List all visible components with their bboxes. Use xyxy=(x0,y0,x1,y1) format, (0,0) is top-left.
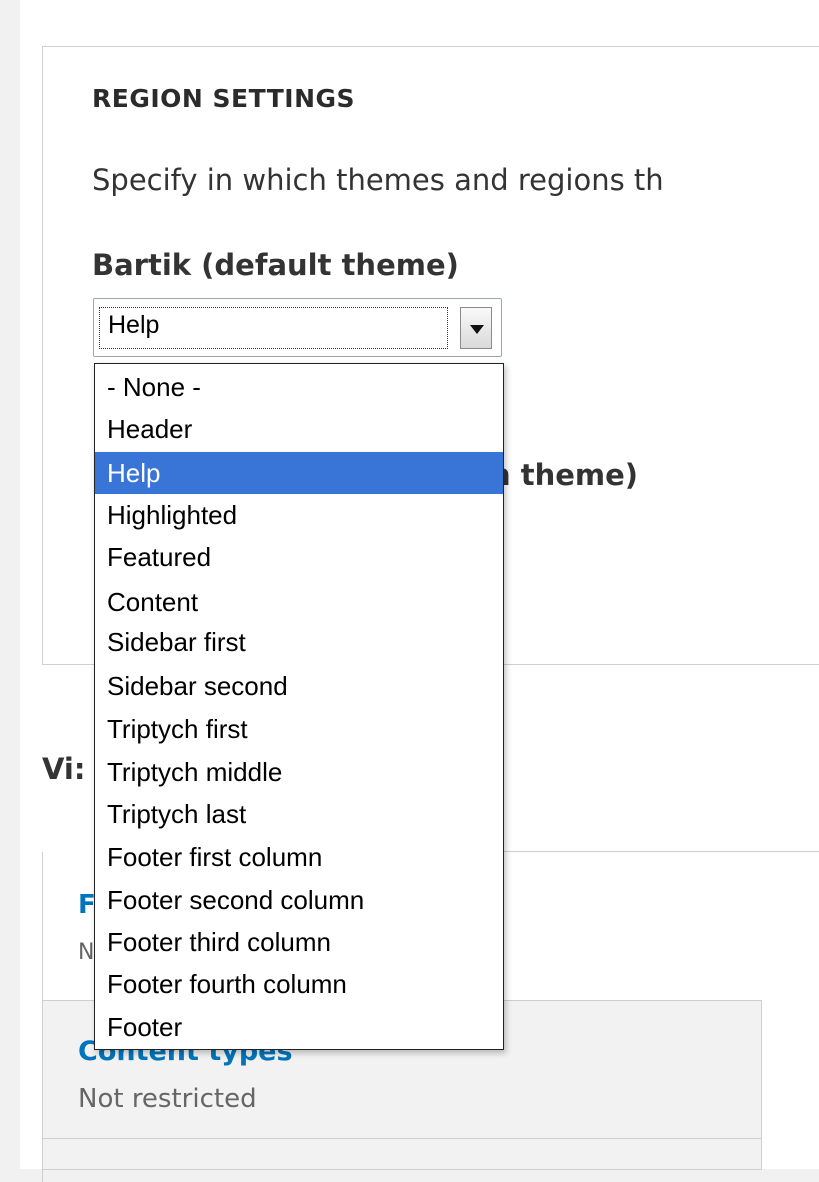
vertical-tab-2-summary: Not restricted xyxy=(78,1084,257,1114)
visibility-settings-heading: Vi: xyxy=(42,752,86,786)
option-footer-second-column[interactable]: Footer second column xyxy=(95,879,503,921)
chevron-down-icon[interactable] xyxy=(460,307,492,349)
option-content[interactable]: Content xyxy=(95,581,503,623)
region-select-value: Help xyxy=(108,311,160,339)
option-help[interactable]: Help xyxy=(95,452,503,494)
option-header[interactable]: Header xyxy=(95,408,503,450)
option-triptych-middle[interactable]: Triptych middle xyxy=(95,751,503,793)
bartik-theme-label: Bartik (default theme) xyxy=(92,248,459,282)
option-highlighted[interactable]: Highlighted xyxy=(95,494,503,536)
region-select-dropdown: - None - Header Help Highlighted Feature… xyxy=(94,363,504,1050)
option-triptych-last[interactable]: Triptych last xyxy=(95,793,503,835)
option-featured[interactable]: Featured xyxy=(95,536,503,578)
option-footer[interactable]: Footer xyxy=(95,1006,503,1048)
region-select[interactable]: Help xyxy=(93,298,502,357)
region-settings-description: Specify in which themes and regions th xyxy=(92,163,664,197)
option-footer-first-column[interactable]: Footer first column xyxy=(95,836,503,878)
option-footer-third-column[interactable]: Footer third column xyxy=(95,921,503,963)
option-sidebar-second[interactable]: Sidebar second xyxy=(95,665,503,707)
vertical-tab-divider xyxy=(42,1138,762,1139)
region-settings-legend: REGION SETTINGS xyxy=(92,84,356,113)
second-theme-label: n theme) xyxy=(490,458,639,492)
option-footer-fourth-column[interactable]: Footer fourth column xyxy=(95,963,503,1005)
option-none[interactable]: - None - xyxy=(95,366,503,408)
option-triptych-first[interactable]: Triptych first xyxy=(95,708,503,750)
vertical-tab-1-summary: N xyxy=(78,940,95,965)
option-sidebar-first[interactable]: Sidebar first xyxy=(95,621,503,663)
